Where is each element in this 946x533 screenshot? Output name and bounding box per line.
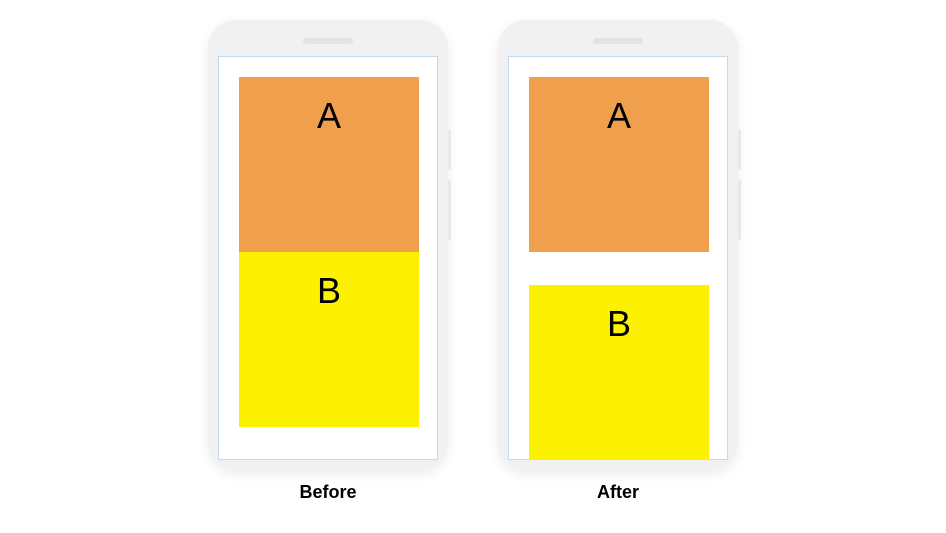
box-a-label: A — [317, 95, 341, 137]
box-a-label: A — [607, 95, 631, 137]
phone-side-button — [448, 130, 451, 170]
before-column: A B Before — [208, 20, 448, 503]
after-column: A B After — [498, 20, 738, 503]
box-b-label: B — [317, 270, 341, 312]
box-b-before: B — [239, 252, 419, 427]
phone-side-button — [448, 180, 451, 240]
box-b-after: B — [529, 285, 709, 460]
box-a-before: A — [239, 77, 419, 252]
screen-content-before: A B — [219, 57, 437, 459]
phone-speaker — [593, 38, 643, 44]
box-b-label: B — [607, 303, 631, 345]
phone-side-button — [738, 130, 741, 170]
caption-after: After — [597, 482, 639, 503]
comparison-diagram: A B Before A B — [208, 20, 738, 503]
box-a-after: A — [529, 77, 709, 252]
phone-frame-before: A B — [208, 20, 448, 470]
caption-before: Before — [299, 482, 356, 503]
phone-side-button — [738, 180, 741, 240]
phone-screen-before: A B — [218, 56, 438, 460]
phone-screen-after: A B — [508, 56, 728, 460]
phone-speaker — [303, 38, 353, 44]
screen-content-after: A B — [509, 57, 727, 459]
phone-frame-after: A B — [498, 20, 738, 470]
